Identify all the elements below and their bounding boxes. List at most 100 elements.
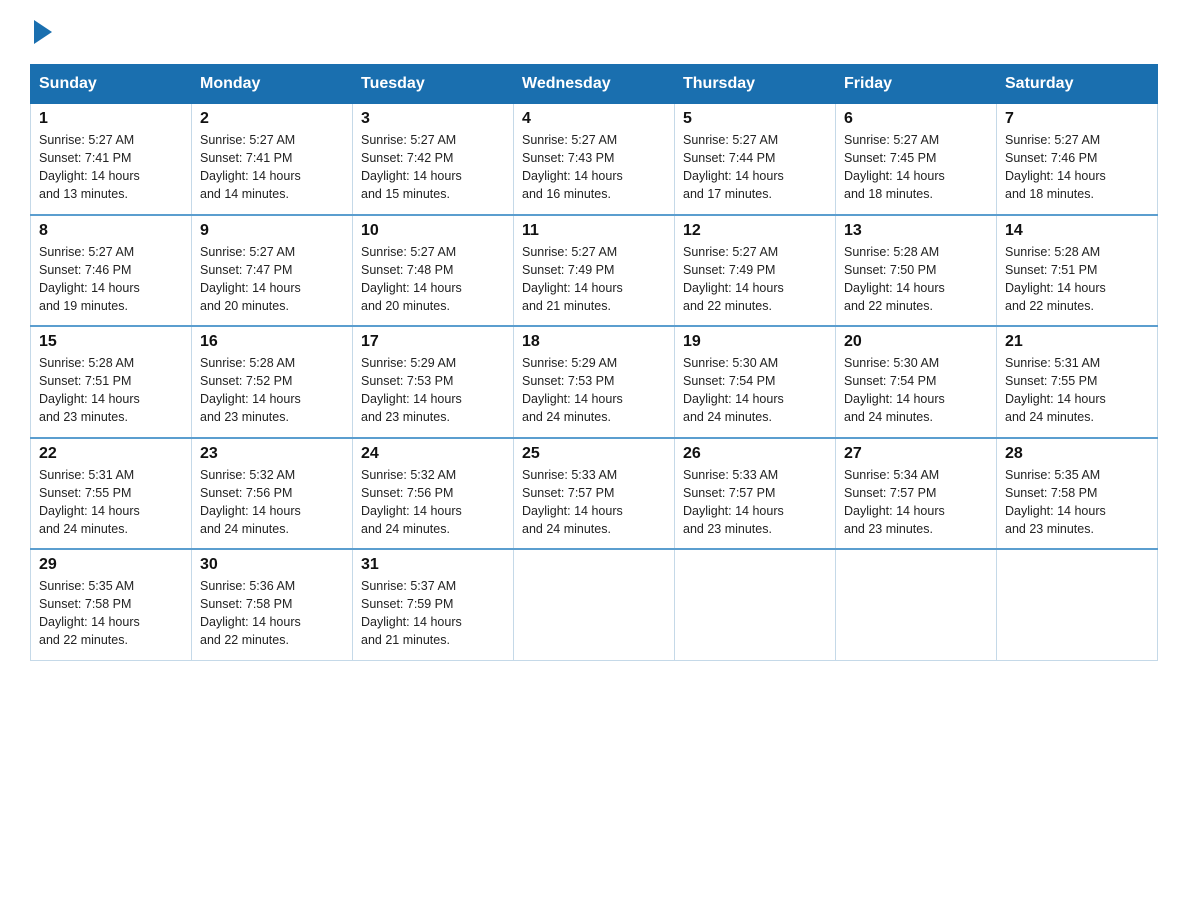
calendar-cell — [836, 549, 997, 660]
day-number: 25 — [522, 445, 666, 463]
day-info: Sunrise: 5:30 AMSunset: 7:54 PMDaylight:… — [844, 354, 988, 427]
day-number: 14 — [1005, 222, 1149, 240]
day-info: Sunrise: 5:35 AMSunset: 7:58 PMDaylight:… — [1005, 466, 1149, 539]
calendar-cell — [514, 549, 675, 660]
day-number: 21 — [1005, 333, 1149, 351]
calendar-cell: 15 Sunrise: 5:28 AMSunset: 7:51 PMDayligh… — [31, 326, 192, 438]
day-info: Sunrise: 5:28 AMSunset: 7:51 PMDaylight:… — [1005, 243, 1149, 316]
day-number: 3 — [361, 110, 505, 128]
day-number: 16 — [200, 333, 344, 351]
calendar-cell: 12 Sunrise: 5:27 AMSunset: 7:49 PMDayligh… — [675, 215, 836, 327]
day-of-week-header: Friday — [836, 65, 997, 104]
day-number: 10 — [361, 222, 505, 240]
calendar-cell: 19 Sunrise: 5:30 AMSunset: 7:54 PMDayligh… — [675, 326, 836, 438]
day-number: 17 — [361, 333, 505, 351]
day-number: 13 — [844, 222, 988, 240]
day-number: 11 — [522, 222, 666, 240]
day-of-week-header: Thursday — [675, 65, 836, 104]
calendar-cell: 31Sunrise: 5:37 AMSunset: 7:59 PMDayligh… — [353, 549, 514, 660]
day-info: Sunrise: 5:27 AMSunset: 7:44 PMDaylight:… — [683, 131, 827, 204]
day-number: 18 — [522, 333, 666, 351]
calendar-cell: 30 Sunrise: 5:36 AMSunset: 7:58 PMDayligh… — [192, 549, 353, 660]
day-info: Sunrise: 5:27 AMSunset: 7:48 PMDaylight:… — [361, 243, 505, 316]
day-number: 9 — [200, 222, 344, 240]
day-info: Sunrise: 5:32 AMSunset: 7:56 PMDaylight:… — [200, 466, 344, 539]
day-of-week-header: Sunday — [31, 65, 192, 104]
day-info: Sunrise: 5:27 AMSunset: 7:43 PMDaylight:… — [522, 131, 666, 204]
day-info: Sunrise: 5:27 AMSunset: 7:47 PMDaylight:… — [200, 243, 344, 316]
day-info: Sunrise: 5:33 AMSunset: 7:57 PMDaylight:… — [522, 466, 666, 539]
day-info: Sunrise: 5:29 AMSunset: 7:53 PMDaylight:… — [361, 354, 505, 427]
day-number: 7 — [1005, 110, 1149, 128]
day-number: 20 — [844, 333, 988, 351]
calendar-cell: 14 Sunrise: 5:28 AMSunset: 7:51 PMDayligh… — [997, 215, 1158, 327]
day-info: Sunrise: 5:33 AMSunset: 7:57 PMDaylight:… — [683, 466, 827, 539]
calendar-week-row: 29Sunrise: 5:35 AMSunset: 7:58 PMDayligh… — [31, 549, 1158, 660]
calendar-cell: 18 Sunrise: 5:29 AMSunset: 7:53 PMDayligh… — [514, 326, 675, 438]
calendar-week-row: 15 Sunrise: 5:28 AMSunset: 7:51 PMDayligh… — [31, 326, 1158, 438]
calendar-cell: 16 Sunrise: 5:28 AMSunset: 7:52 PMDayligh… — [192, 326, 353, 438]
day-number: 26 — [683, 445, 827, 463]
day-number: 4 — [522, 110, 666, 128]
day-info: Sunrise: 5:27 AMSunset: 7:41 PMDaylight:… — [39, 131, 183, 204]
calendar-cell: 20 Sunrise: 5:30 AMSunset: 7:54 PMDayligh… — [836, 326, 997, 438]
day-number: 23 — [200, 445, 344, 463]
calendar-cell — [997, 549, 1158, 660]
day-info: Sunrise: 5:30 AMSunset: 7:54 PMDaylight:… — [683, 354, 827, 427]
day-of-week-header: Tuesday — [353, 65, 514, 104]
calendar-cell: 5 Sunrise: 5:27 AMSunset: 7:44 PMDaylight… — [675, 104, 836, 215]
day-number: 30 — [200, 556, 344, 574]
calendar-cell: 3 Sunrise: 5:27 AMSunset: 7:42 PMDaylight… — [353, 104, 514, 215]
day-info: Sunrise: 5:27 AMSunset: 7:42 PMDaylight:… — [361, 131, 505, 204]
day-info: Sunrise: 5:34 AMSunset: 7:57 PMDaylight:… — [844, 466, 988, 539]
day-number: 19 — [683, 333, 827, 351]
day-info: Sunrise: 5:27 AMSunset: 7:45 PMDaylight:… — [844, 131, 988, 204]
calendar-cell: 11 Sunrise: 5:27 AMSunset: 7:49 PMDayligh… — [514, 215, 675, 327]
day-info: Sunrise: 5:27 AMSunset: 7:46 PMDaylight:… — [1005, 131, 1149, 204]
day-info: Sunrise: 5:28 AMSunset: 7:50 PMDaylight:… — [844, 243, 988, 316]
calendar-cell: 13 Sunrise: 5:28 AMSunset: 7:50 PMDayligh… — [836, 215, 997, 327]
day-number: 5 — [683, 110, 827, 128]
calendar-cell: 6Sunrise: 5:27 AMSunset: 7:45 PMDaylight… — [836, 104, 997, 215]
calendar-cell: 2 Sunrise: 5:27 AMSunset: 7:41 PMDaylight… — [192, 104, 353, 215]
day-info: Sunrise: 5:29 AMSunset: 7:53 PMDaylight:… — [522, 354, 666, 427]
calendar-cell: 27Sunrise: 5:34 AMSunset: 7:57 PMDayligh… — [836, 438, 997, 550]
day-info: Sunrise: 5:27 AMSunset: 7:46 PMDaylight:… — [39, 243, 183, 316]
logo-arrow-icon — [34, 20, 52, 44]
calendar-week-row: 22 Sunrise: 5:31 AMSunset: 7:55 PMDayligh… — [31, 438, 1158, 550]
calendar-table: SundayMondayTuesdayWednesdayThursdayFrid… — [30, 64, 1158, 661]
day-number: 1 — [39, 110, 183, 128]
day-number: 15 — [39, 333, 183, 351]
day-info: Sunrise: 5:28 AMSunset: 7:51 PMDaylight:… — [39, 354, 183, 427]
calendar-cell: 7 Sunrise: 5:27 AMSunset: 7:46 PMDaylight… — [997, 104, 1158, 215]
day-number: 8 — [39, 222, 183, 240]
logo — [30, 20, 52, 48]
day-info: Sunrise: 5:31 AMSunset: 7:55 PMDaylight:… — [39, 466, 183, 539]
calendar-cell: 9 Sunrise: 5:27 AMSunset: 7:47 PMDaylight… — [192, 215, 353, 327]
day-info: Sunrise: 5:27 AMSunset: 7:49 PMDaylight:… — [683, 243, 827, 316]
calendar-cell: 28Sunrise: 5:35 AMSunset: 7:58 PMDayligh… — [997, 438, 1158, 550]
day-number: 24 — [361, 445, 505, 463]
calendar-cell: 21 Sunrise: 5:31 AMSunset: 7:55 PMDayligh… — [997, 326, 1158, 438]
calendar-cell: 17 Sunrise: 5:29 AMSunset: 7:53 PMDayligh… — [353, 326, 514, 438]
day-number: 22 — [39, 445, 183, 463]
day-number: 12 — [683, 222, 827, 240]
calendar-cell: 1 Sunrise: 5:27 AMSunset: 7:41 PMDaylight… — [31, 104, 192, 215]
day-number: 2 — [200, 110, 344, 128]
day-info: Sunrise: 5:28 AMSunset: 7:52 PMDaylight:… — [200, 354, 344, 427]
day-info: Sunrise: 5:37 AMSunset: 7:59 PMDaylight:… — [361, 577, 505, 650]
calendar-cell: 8 Sunrise: 5:27 AMSunset: 7:46 PMDaylight… — [31, 215, 192, 327]
calendar-cell: 24 Sunrise: 5:32 AMSunset: 7:56 PMDayligh… — [353, 438, 514, 550]
day-number: 29 — [39, 556, 183, 574]
day-info: Sunrise: 5:32 AMSunset: 7:56 PMDaylight:… — [361, 466, 505, 539]
day-info: Sunrise: 5:36 AMSunset: 7:58 PMDaylight:… — [200, 577, 344, 650]
day-of-week-header: Monday — [192, 65, 353, 104]
calendar-cell: 23 Sunrise: 5:32 AMSunset: 7:56 PMDayligh… — [192, 438, 353, 550]
day-info: Sunrise: 5:27 AMSunset: 7:49 PMDaylight:… — [522, 243, 666, 316]
calendar-cell: 25 Sunrise: 5:33 AMSunset: 7:57 PMDayligh… — [514, 438, 675, 550]
calendar-cell: 29Sunrise: 5:35 AMSunset: 7:58 PMDayligh… — [31, 549, 192, 660]
day-info: Sunrise: 5:27 AMSunset: 7:41 PMDaylight:… — [200, 131, 344, 204]
calendar-cell: 10 Sunrise: 5:27 AMSunset: 7:48 PMDayligh… — [353, 215, 514, 327]
page-header — [30, 20, 1158, 48]
day-info: Sunrise: 5:31 AMSunset: 7:55 PMDaylight:… — [1005, 354, 1149, 427]
